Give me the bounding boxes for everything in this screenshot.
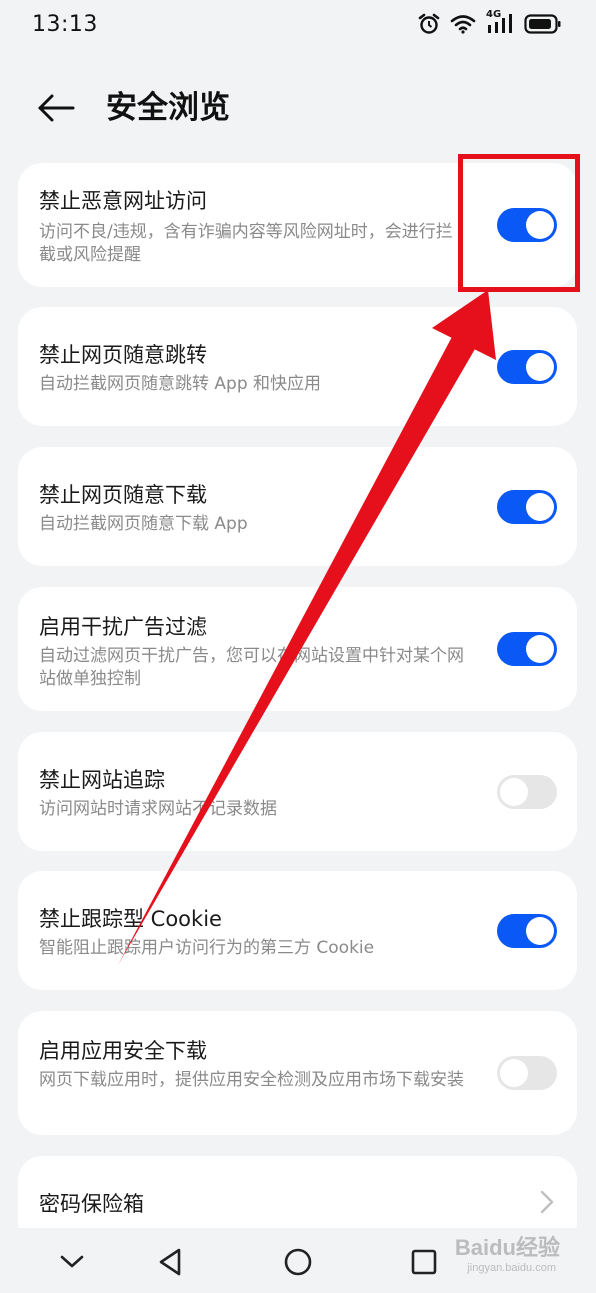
toggle-knob	[500, 1059, 528, 1087]
setting-card-page-download: 禁止网页随意下载 自动拦截网页随意下载 App	[18, 447, 577, 566]
toggle-page-download[interactable]	[497, 490, 557, 524]
chevron-right-icon	[540, 1190, 554, 1214]
setting-card-malicious-url: 禁止恶意网址访问 访问不良/违规，含有诈骗内容等风险网址时，会进行拦截或风险提醒	[18, 163, 577, 287]
square-recents-icon	[411, 1249, 437, 1275]
toggle-knob	[526, 635, 554, 663]
toggle-knob	[526, 493, 554, 521]
setting-description: 智能阻止跟踪用户访问行为的第三方 Cookie	[39, 938, 375, 958]
toggle-tracking-cookie[interactable]	[497, 914, 557, 948]
setting-description: 自动过滤网页干扰广告，您可以在网站设置中针对某个网站做单独控制	[39, 646, 464, 689]
setting-title: 禁止网页随意下载	[39, 483, 207, 507]
setting-title: 禁止跟踪型 Cookie	[39, 907, 222, 931]
status-bar: 13:13 4G	[0, 0, 596, 56]
setting-card-ad-filter: 启用干扰广告过滤 自动过滤网页干扰广告，您可以在网站设置中针对某个网站做单独控制	[18, 587, 577, 711]
toggle-safe-download[interactable]	[497, 1056, 557, 1090]
nav-recents-button[interactable]	[402, 1242, 446, 1282]
setting-title: 禁止恶意网址访问	[39, 189, 207, 213]
circle-home-icon	[284, 1248, 312, 1276]
watermark-brand: Baidu经验	[454, 1235, 560, 1260]
toggle-knob	[500, 778, 528, 806]
setting-title: 启用应用安全下载	[39, 1039, 207, 1063]
setting-description: 自动拦截网页随意下载 App	[39, 514, 248, 534]
toggle-site-tracking[interactable]	[497, 775, 557, 809]
wifi-icon	[450, 14, 476, 34]
setting-description: 网页下载应用时，提供应用安全检测及应用市场下载安装	[39, 1070, 464, 1090]
setting-title: 启用干扰广告过滤	[39, 615, 207, 639]
triangle-back-icon	[159, 1248, 181, 1276]
setting-title: 禁止网页随意跳转	[39, 343, 207, 367]
page-header: 安全浏览	[0, 70, 596, 140]
watermark-url: jingyan.baidu.com	[467, 1262, 556, 1274]
setting-description: 自动拦截网页随意跳转 App 和快应用	[39, 374, 322, 394]
setting-card-page-redirect: 禁止网页随意跳转 自动拦截网页随意跳转 App 和快应用	[18, 307, 577, 426]
cellular-signal-icon: 4G	[486, 9, 514, 35]
password-vault-title: 密码保险箱	[39, 1192, 144, 1216]
alarm-icon	[418, 13, 440, 35]
page-title: 安全浏览	[106, 90, 230, 126]
toggle-knob	[526, 917, 554, 945]
arrow-left-icon	[38, 94, 75, 122]
setting-title: 禁止网站追踪	[39, 768, 165, 792]
chevron-down-icon	[60, 1255, 84, 1268]
battery-icon	[524, 13, 562, 35]
setting-description: 访问不良/违规，含有诈骗内容等风险网址时，会进行拦截或风险提醒	[39, 222, 453, 265]
status-time: 13:13	[32, 12, 98, 37]
setting-card-tracking-cookie: 禁止跟踪型 Cookie 智能阻止跟踪用户访问行为的第三方 Cookie	[18, 871, 577, 990]
setting-card-site-tracking: 禁止网站追踪 访问网站时请求网站不记录数据	[18, 732, 577, 851]
setting-card-safe-download: 启用应用安全下载 网页下载应用时，提供应用安全检测及应用市场下载安装	[18, 1011, 577, 1135]
toggle-knob	[526, 353, 554, 381]
status-icons: 4G	[418, 9, 562, 35]
toggle-page-redirect[interactable]	[497, 350, 557, 384]
nav-back-button[interactable]	[148, 1242, 192, 1282]
setting-description: 访问网站时请求网站不记录数据	[39, 799, 277, 819]
toggle-ad-filter[interactable]	[497, 632, 557, 666]
back-button[interactable]	[26, 78, 86, 138]
nav-home-button[interactable]	[276, 1242, 320, 1282]
toggle-knob	[526, 211, 554, 239]
toggle-malicious-url[interactable]	[497, 208, 557, 242]
nav-collapse-button[interactable]	[50, 1242, 94, 1282]
